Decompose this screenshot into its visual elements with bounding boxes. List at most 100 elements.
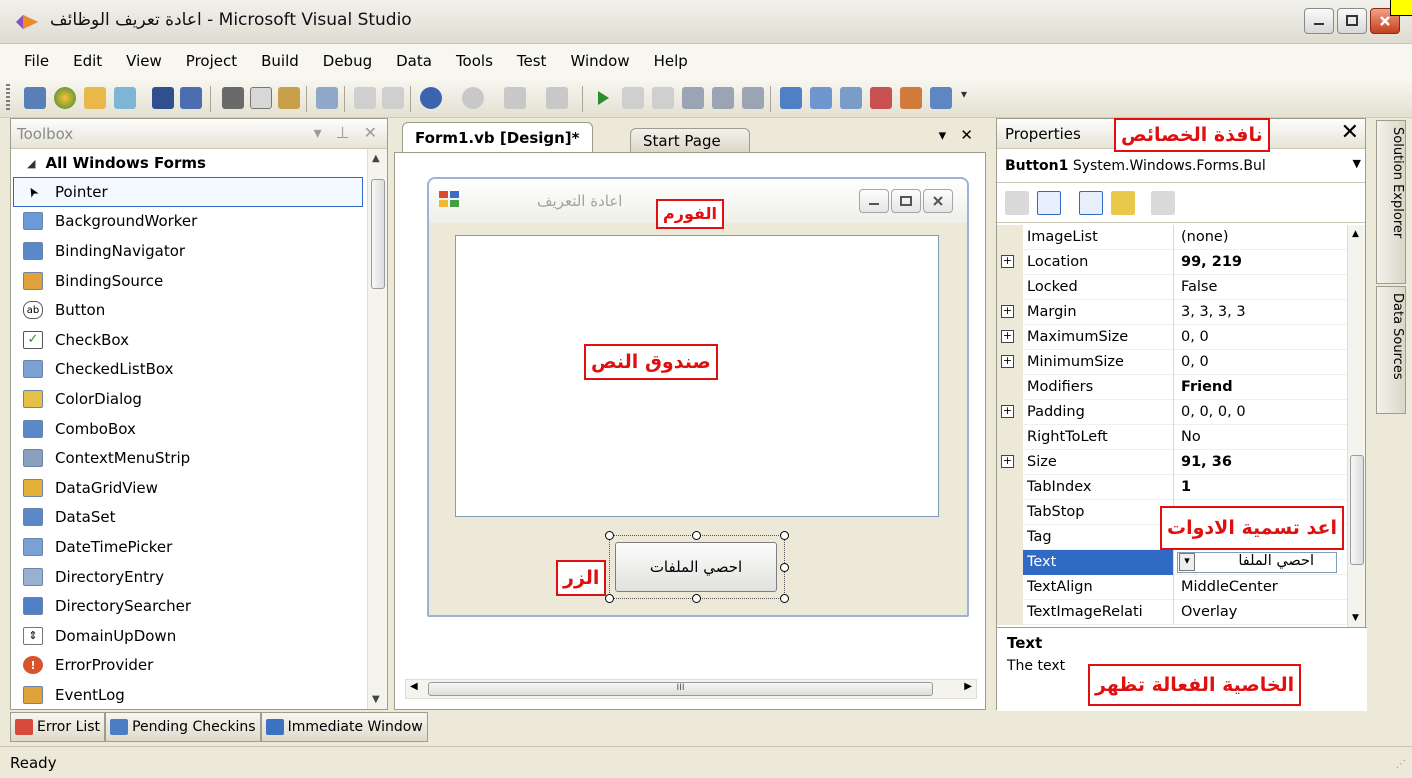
save-all-icon[interactable] [180, 87, 202, 109]
property-pages-icon[interactable] [1151, 191, 1175, 215]
property-value[interactable]: (none) [1181, 229, 1341, 245]
property-row-maximumsize[interactable]: + MaximumSize 0, 0 [997, 325, 1349, 350]
undo-icon[interactable] [420, 87, 442, 109]
resize-grip-icon[interactable]: ⋰ [1396, 759, 1406, 770]
toolbox-item-bindingsource[interactable]: BindingSource [11, 266, 367, 296]
toolbar-overflow-icon[interactable]: ▾ [958, 87, 970, 109]
close-icon[interactable]: ✕ [364, 123, 377, 142]
toolbox-item-dataset[interactable]: DataSet [11, 503, 367, 533]
menu-window[interactable]: Window [558, 52, 641, 70]
property-value[interactable]: 0, 0 [1181, 329, 1341, 345]
property-value[interactable]: 1 [1181, 479, 1341, 495]
comment-icon[interactable] [354, 87, 376, 109]
resize-handle[interactable] [605, 531, 614, 540]
resize-handle[interactable] [780, 531, 789, 540]
object-browser-icon[interactable] [840, 87, 862, 109]
solution-explorer-icon[interactable] [780, 87, 802, 109]
stop-debugging-icon[interactable] [652, 87, 674, 109]
properties-window-icon[interactable] [810, 87, 832, 109]
menu-test[interactable]: Test [505, 52, 559, 70]
chevron-down-icon[interactable]: ▼ [1353, 157, 1361, 170]
toolbox-item-combobox[interactable]: ComboBox [11, 414, 367, 444]
form-designer-surface[interactable]: اعادة التعريف احصي الملفات ◀ III ▶ [394, 152, 986, 710]
property-value[interactable]: Overlay [1181, 604, 1341, 620]
find-icon[interactable] [316, 87, 338, 109]
property-value[interactable]: 0, 0 [1181, 354, 1341, 370]
close-document-icon[interactable]: ✕ [960, 126, 973, 144]
scroll-left-icon[interactable]: ◀ [410, 681, 418, 692]
toolbox-item-checkedlistbox[interactable]: CheckedListBox [11, 355, 367, 385]
menu-help[interactable]: Help [642, 52, 700, 70]
dropdown-icon[interactable]: ▾ [314, 123, 322, 142]
chevron-down-icon[interactable]: ▾ [1179, 553, 1195, 571]
alphabetical-icon[interactable] [1037, 191, 1061, 215]
scroll-right-icon[interactable]: ▶ [964, 681, 972, 692]
toolbox-item-backgroundworker[interactable]: BackgroundWorker [11, 207, 367, 237]
designer-hscrollbar[interactable]: ◀ III ▶ [405, 679, 977, 699]
step-over-icon[interactable] [712, 87, 734, 109]
property-row-modifiers[interactable]: Modifiers Friend [997, 375, 1349, 400]
toolbox-group-header[interactable]: ◢ All Windows Forms [11, 149, 387, 177]
properties-view-icon[interactable] [1079, 191, 1103, 215]
toolbox-item-bindingnavigator[interactable]: BindingNavigator [11, 236, 367, 266]
add-new-item-icon[interactable] [114, 87, 136, 109]
navigate-forward-icon[interactable] [546, 87, 568, 109]
form-maximize-button[interactable] [891, 189, 921, 213]
form-window[interactable]: اعادة التعريف احصي الملفات [427, 177, 969, 617]
toolbox-item-datagridview[interactable]: DataGridView [11, 473, 367, 503]
resize-handle[interactable] [692, 531, 701, 540]
events-icon[interactable] [1111, 191, 1135, 215]
scroll-up-icon[interactable]: ▲ [372, 153, 380, 164]
expand-icon[interactable]: + [1001, 355, 1014, 368]
close-icon[interactable]: ✕ [1341, 120, 1359, 145]
uncomment-icon[interactable] [382, 87, 404, 109]
expand-icon[interactable]: + [1001, 455, 1014, 468]
toolbox-item-directorysearcher[interactable]: DirectorySearcher [11, 591, 367, 621]
menu-debug[interactable]: Debug [311, 52, 384, 70]
form-close-button[interactable] [923, 189, 953, 213]
toolbar-grip[interactable] [6, 84, 10, 112]
new-project-icon[interactable] [24, 87, 46, 109]
menu-build[interactable]: Build [249, 52, 311, 70]
step-out-icon[interactable] [742, 87, 764, 109]
toolbox-icon[interactable] [870, 87, 892, 109]
tab-pending-checkins[interactable]: Pending Checkins [105, 712, 261, 742]
expand-icon[interactable]: + [1001, 330, 1014, 343]
toolbox-item-datetimepicker[interactable]: DateTimePicker [11, 532, 367, 562]
toolbox-item-pointer[interactable]: ➤ Pointer [13, 177, 363, 207]
toolbox-item-eventlog[interactable]: EventLog [11, 680, 367, 710]
property-value[interactable]: 99, 219 [1181, 254, 1341, 270]
resize-handle[interactable] [692, 594, 701, 603]
scroll-down-icon[interactable]: ▼ [372, 694, 380, 705]
property-row-padding[interactable]: + Padding 0, 0, 0, 0 [997, 400, 1349, 425]
paste-icon[interactable] [278, 87, 300, 109]
menu-data[interactable]: Data [384, 52, 444, 70]
menu-view[interactable]: View [114, 52, 174, 70]
property-row-righttoleft[interactable]: RightToLeft No [997, 425, 1349, 450]
property-row-textalign[interactable]: TextAlign MiddleCenter [997, 575, 1349, 600]
property-grid-scrollbar[interactable]: ▲ ▼ [1347, 225, 1365, 627]
break-all-icon[interactable] [622, 87, 644, 109]
redo-icon[interactable] [462, 87, 484, 109]
toolbox-item-domainupdown[interactable]: ⇕ DomainUpDown [11, 621, 367, 651]
scroll-thumb[interactable] [1350, 455, 1364, 565]
tab-data-sources[interactable]: Data Sources [1376, 286, 1406, 414]
cut-icon[interactable] [222, 87, 244, 109]
property-value[interactable]: 3, 3, 3, 3 [1181, 304, 1341, 320]
property-row-textimagerelati[interactable]: TextImageRelati Overlay [997, 600, 1349, 625]
open-folder-icon[interactable] [84, 87, 106, 109]
menu-file[interactable]: File [12, 52, 61, 70]
button-control[interactable]: احصي الملفات [615, 542, 777, 592]
property-row-minimumsize[interactable]: + MinimumSize 0, 0 [997, 350, 1349, 375]
scroll-thumb[interactable]: III [428, 682, 933, 696]
toolbox-item-button[interactable]: ab Button [11, 295, 367, 325]
save-icon[interactable] [152, 87, 174, 109]
minimize-button[interactable] [1304, 8, 1334, 34]
resize-handle[interactable] [780, 594, 789, 603]
toolbox-item-errorprovider[interactable]: ! ErrorProvider [11, 651, 367, 681]
pin-icon[interactable]: ⊥ [336, 123, 350, 142]
active-files-dropdown-icon[interactable]: ▾ [939, 126, 947, 144]
navigate-back-icon[interactable] [504, 87, 526, 109]
tab-form-design[interactable]: Form1.vb [Design]* [402, 122, 593, 152]
toolbox-scrollbar[interactable]: ▲ ▼ [367, 149, 387, 709]
